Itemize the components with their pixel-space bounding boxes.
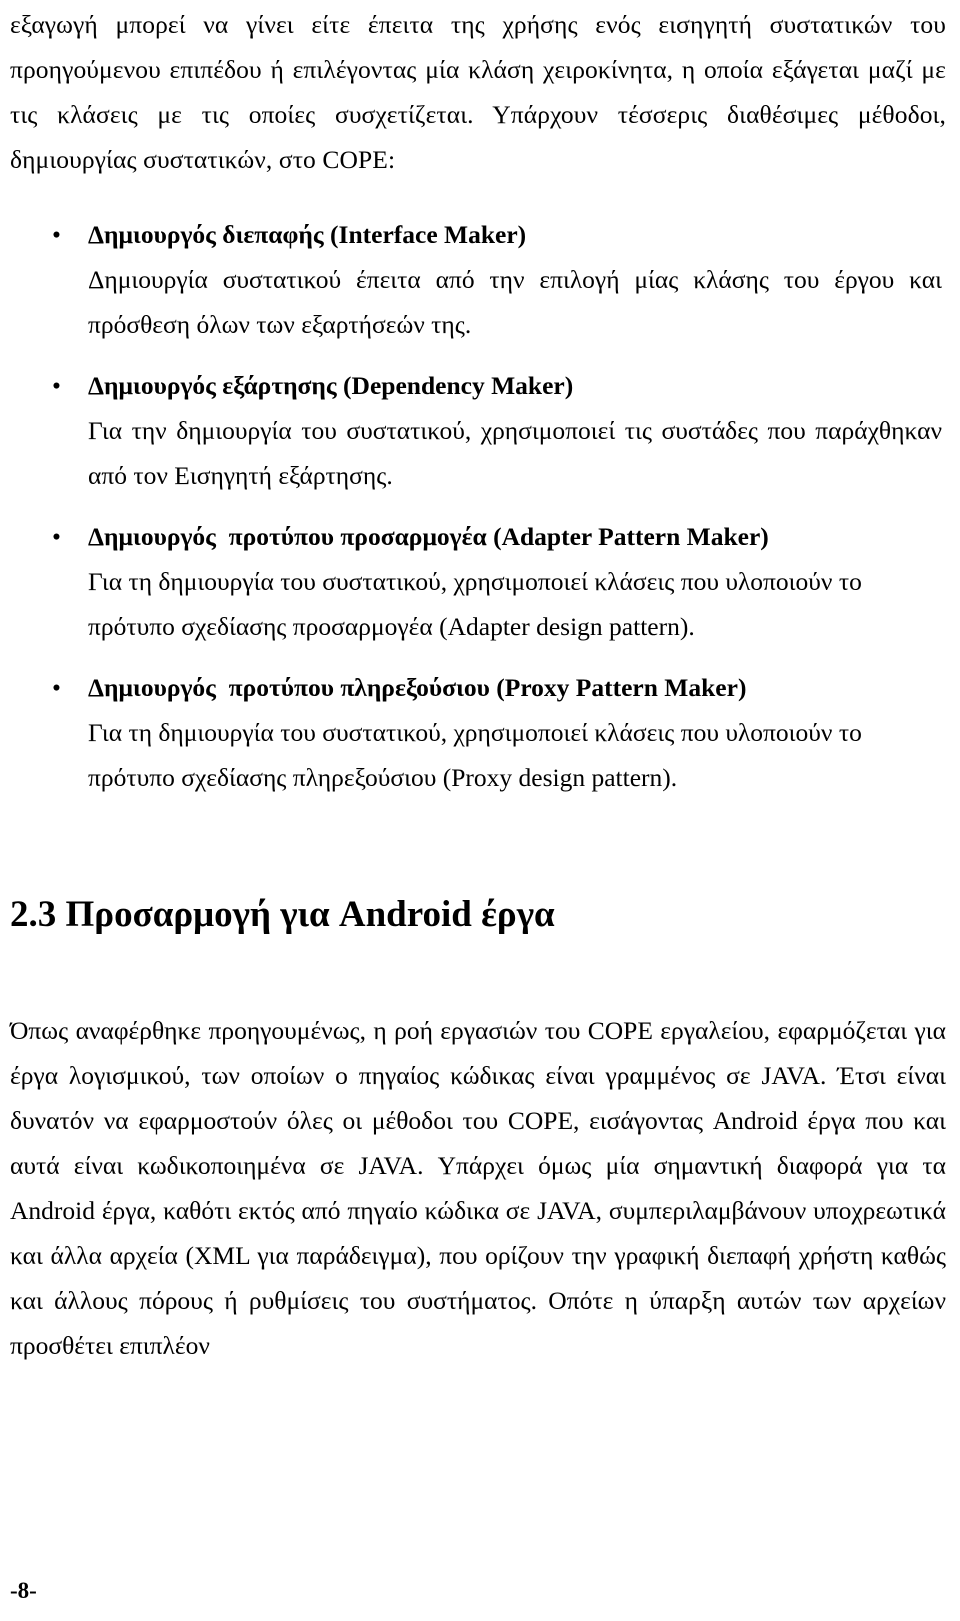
- bullet-point-icon: •: [52, 673, 61, 702]
- bullet-point-icon: •: [52, 371, 61, 400]
- bullet-title: Δημιουργός διεπαφής (Interface Maker): [88, 220, 527, 249]
- bullet-point-icon: •: [52, 522, 61, 551]
- bullet-item-interface-maker: • Δημιουργός διεπαφής (Interface Maker) …: [10, 212, 946, 347]
- bullet-item-adapter-pattern-maker: • Δημιουργός προτύπου προσαρμογέα (Adapt…: [10, 514, 946, 649]
- bullet-item-dependency-maker: • Δημιουργός εξάρτησης (Dependency Maker…: [10, 363, 946, 498]
- bullet-title: Δημιουργός εξάρτησης (Dependency Maker): [88, 371, 574, 400]
- bullet-item-proxy-pattern-maker: • Δημιουργός προτύπου πληρεξούσιου (Prox…: [10, 665, 946, 800]
- section-heading: 2.3 Προσαρμογή για Android έργα: [10, 894, 555, 935]
- bullet-body: Για τη δημιουργία του συστατικού, χρησιμ…: [88, 718, 862, 792]
- bullet-body: Δημιουργία συστατικού έπειτα από την επι…: [88, 265, 942, 339]
- intro-paragraph: εξαγωγή μπορεί να γίνει είτε έπειτα της …: [10, 10, 946, 174]
- bullet-title: Δημιουργός προτύπου πληρεξούσιου (Proxy …: [88, 673, 747, 702]
- bullet-body: Για τη δημιουργία του συστατικού, χρησιμ…: [88, 567, 862, 641]
- page-number: -8-: [10, 1578, 37, 1603]
- closing-paragraph: Όπως αναφέρθηκε προηγουμένως, η ροή εργα…: [10, 1016, 946, 1360]
- bullet-body: Για την δημιουργία του συστατικού, χρησι…: [88, 416, 942, 490]
- bullet-point-icon: •: [52, 220, 61, 249]
- document-page: εξαγωγή μπορεί να γίνει είτε έπειτα της …: [0, 0, 960, 1621]
- bullet-title: Δημιουργός προτύπου προσαρμογέα (Adapter…: [88, 522, 769, 551]
